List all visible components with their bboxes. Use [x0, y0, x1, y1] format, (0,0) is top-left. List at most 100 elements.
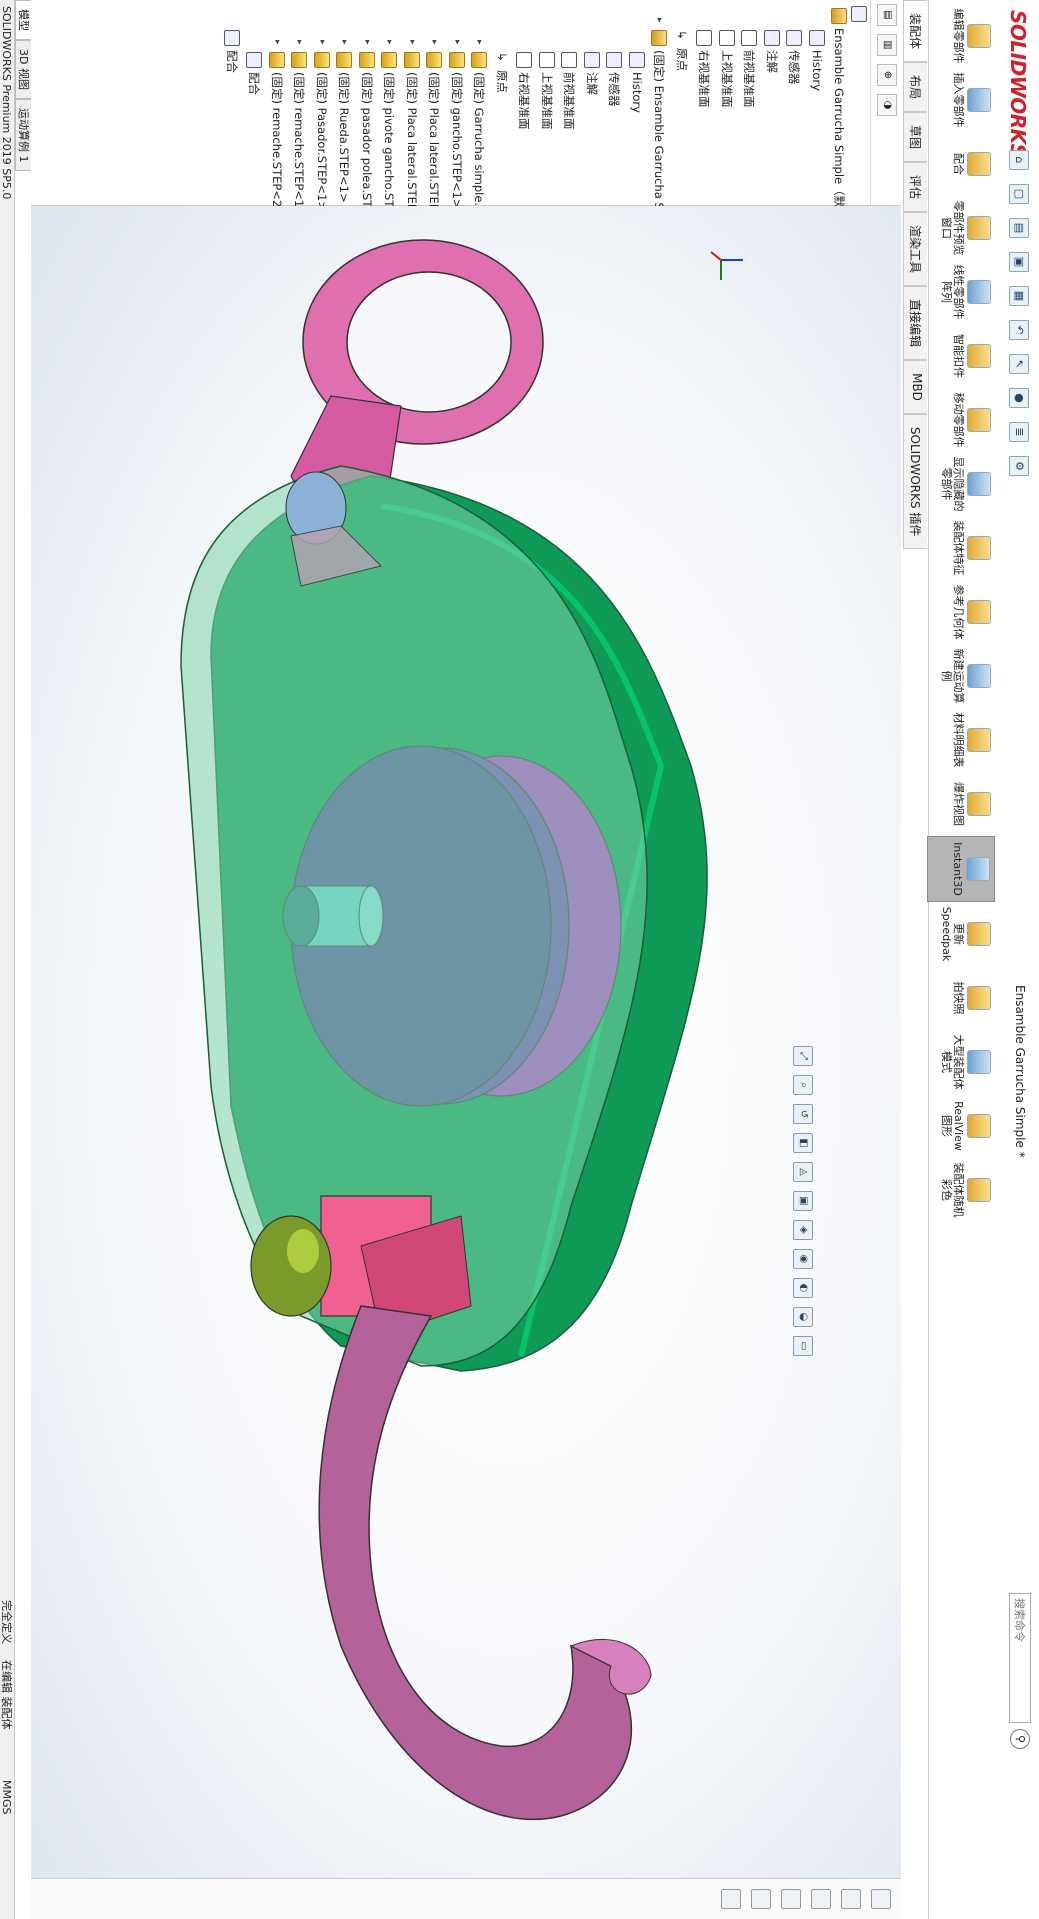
- tree-item[interactable]: 上视基准面: [539, 40, 555, 130]
- bom-icon: [967, 728, 991, 752]
- tree-item[interactable]: 注解: [764, 18, 780, 73]
- assembly-icon: [651, 30, 668, 46]
- tree-item[interactable]: 前视基准面: [561, 40, 578, 130]
- tree-item[interactable]: 配合: [224, 18, 240, 73]
- expand-arrow-icon[interactable]: ▸: [385, 40, 395, 48]
- expand-arrow-icon[interactable]: ▸: [362, 40, 372, 48]
- tree-item[interactable]: 上视基准面: [719, 18, 735, 108]
- logo-area[interactable]: SOLIDWORKS ▸: [997, 0, 1039, 171]
- expand-arrow-icon[interactable]: ▸: [317, 40, 327, 48]
- file-explorer-icon[interactable]: [811, 1889, 831, 1909]
- units-selector[interactable]: MMGS: [0, 1780, 14, 1815]
- ribbon-tool-linear-pattern[interactable]: 线性零部件阵列: [929, 260, 995, 324]
- ribbon-tool-snapshot[interactable]: 拍快照: [929, 966, 995, 1030]
- search-input[interactable]: [1009, 1593, 1031, 1723]
- command-tab[interactable]: 布局: [903, 62, 927, 113]
- home-icon[interactable]: ⌂: [1009, 150, 1029, 170]
- ribbon-tool-insert-component[interactable]: 插入零部件: [929, 68, 995, 132]
- ribbon-tool-edit-component[interactable]: 编辑零部件: [929, 4, 995, 68]
- tree-item[interactable]: ↳ 原点: [494, 40, 510, 93]
- display-manager-tab-icon[interactable]: ◑: [877, 94, 897, 116]
- property-manager-tab-icon[interactable]: ▥: [877, 34, 897, 56]
- ribbon-tool-random-color[interactable]: 装配体随机彩色: [929, 1158, 995, 1222]
- insert-component-icon: [967, 88, 991, 112]
- bottom-tab[interactable]: 模型: [15, 0, 31, 40]
- expand-arrow-icon[interactable]: ▸: [407, 40, 417, 48]
- ribbon-tool-component-preview[interactable]: 零部件预览窗口: [929, 196, 995, 260]
- select-icon[interactable]: ↖: [1009, 354, 1029, 374]
- edit-component-icon: [967, 24, 991, 48]
- tree-item[interactable]: ↳ 原点: [674, 18, 690, 71]
- tree-item-label: 传感器: [607, 72, 622, 107]
- ribbon-tool-new-motion-study[interactable]: 新建运动算例: [929, 644, 995, 708]
- command-tab[interactable]: SOLIDWORKS 插件: [903, 413, 927, 550]
- ribbon-tool-label: 装配体随机彩色: [940, 1162, 965, 1218]
- command-tab[interactable]: 草图: [903, 112, 927, 163]
- ribbon-tool-bom[interactable]: 材料明细表: [929, 708, 995, 772]
- assembly-feature-icon: [967, 536, 991, 560]
- open-icon[interactable]: ▤: [1009, 218, 1029, 238]
- ribbon-tool-assembly-feature[interactable]: 装配体特征: [929, 516, 995, 580]
- bottom-tab[interactable]: 3D 视图: [15, 40, 31, 99]
- funnel-icon: [851, 6, 867, 22]
- ribbon-tool-realview[interactable]: RealView 图形: [929, 1094, 995, 1158]
- command-tab[interactable]: 渲染工具: [903, 212, 927, 287]
- search-icon[interactable]: ⚲: [1010, 1729, 1030, 1749]
- expand-arrow-icon[interactable]: ▸: [655, 18, 665, 26]
- tree-item[interactable]: History: [809, 18, 825, 91]
- expand-arrow-icon[interactable]: ▸: [272, 40, 282, 48]
- ribbon-tool-large-assembly[interactable]: 大型装配体模式: [929, 1030, 995, 1094]
- bottom-tabs: 模型 3D 视图 运动算例 1: [15, 0, 31, 172]
- command-tab[interactable]: MBD: [903, 360, 927, 414]
- options-gear-icon[interactable]: ⚙: [1009, 456, 1029, 476]
- editing-status: 在编辑 装配体: [0, 1660, 13, 1730]
- configuration-manager-tab-icon[interactable]: ⊕: [877, 64, 897, 86]
- view-palette-icon[interactable]: [781, 1889, 801, 1909]
- expand-arrow-icon[interactable]: ▸: [430, 40, 440, 48]
- design-library-icon[interactable]: [841, 1889, 861, 1909]
- filter-icon[interactable]: [851, 6, 867, 22]
- new-document-icon[interactable]: ▢: [1009, 184, 1029, 204]
- ribbon-tool-move-component[interactable]: 移动零部件: [929, 388, 995, 452]
- tree-item-label: 原点: [675, 48, 689, 71]
- ribbon-tool-label: 零部件预览窗口: [940, 200, 965, 256]
- tree-item[interactable]: 注解: [584, 40, 600, 95]
- ribbon-tool-exploded-view[interactable]: 爆炸视图: [929, 772, 995, 836]
- tree-item[interactable]: 传感器: [606, 40, 623, 107]
- expand-arrow-icon[interactable]: ▸: [452, 40, 462, 48]
- traffic-light-icon[interactable]: ●: [1009, 388, 1029, 408]
- tree-item[interactable]: 右视基准面: [516, 40, 533, 130]
- tree-item[interactable]: 传感器: [786, 18, 803, 85]
- undo-icon[interactable]: ↶: [1009, 320, 1029, 340]
- appearances-icon[interactable]: [751, 1889, 771, 1909]
- ribbon-tool-label: Instant3D: [951, 842, 964, 896]
- origin-icon: ↳: [495, 52, 509, 62]
- command-tab[interactable]: 装配体: [903, 0, 927, 63]
- feature-manager-tab-icon[interactable]: ▤: [877, 4, 897, 26]
- save-icon[interactable]: ▣: [1009, 252, 1029, 272]
- bottom-tab[interactable]: 运动算例 1: [15, 98, 31, 172]
- tree-item[interactable]: 配合: [246, 40, 263, 95]
- expand-arrow-icon[interactable]: ▸: [475, 40, 485, 48]
- command-tab[interactable]: 评估: [903, 162, 927, 213]
- tree-item-label: 前视基准面: [742, 50, 757, 108]
- custom-properties-icon[interactable]: [721, 1889, 741, 1909]
- file-properties-icon[interactable]: ≣: [1009, 422, 1029, 442]
- tree-item[interactable]: History: [629, 40, 645, 113]
- print-icon[interactable]: ▦: [1009, 286, 1029, 306]
- ribbon-tool-mate[interactable]: 配合: [929, 132, 995, 196]
- assembly-icon: [831, 8, 847, 24]
- component-preview-icon: [967, 216, 991, 240]
- expand-arrow-icon[interactable]: ▸: [340, 40, 350, 48]
- graphics-area[interactable]: ⤢ ⌕ ↺ ◧ ◬ ▣ ◈ ◉ ◐ ◒ ▭: [31, 206, 901, 1919]
- ribbon-tool-reference-geometry[interactable]: 参考几何体: [929, 580, 995, 644]
- tree-item[interactable]: 前视基准面: [741, 18, 758, 108]
- command-tab[interactable]: 直接编辑: [903, 286, 927, 361]
- solidworks-resources-icon[interactable]: [871, 1889, 891, 1909]
- tree-item[interactable]: 右视基准面: [696, 18, 713, 108]
- expand-arrow-icon[interactable]: ▸: [295, 40, 305, 48]
- ribbon-tool-smart-fasteners[interactable]: 智能扣件: [929, 324, 995, 388]
- ribbon-tool-show-hidden[interactable]: 显示隐藏的零部件: [929, 452, 995, 516]
- ribbon-tool-instant3d[interactable]: Instant3D: [927, 836, 995, 902]
- ribbon-tool-speedpak[interactable]: 更新Speedpak: [929, 902, 995, 966]
